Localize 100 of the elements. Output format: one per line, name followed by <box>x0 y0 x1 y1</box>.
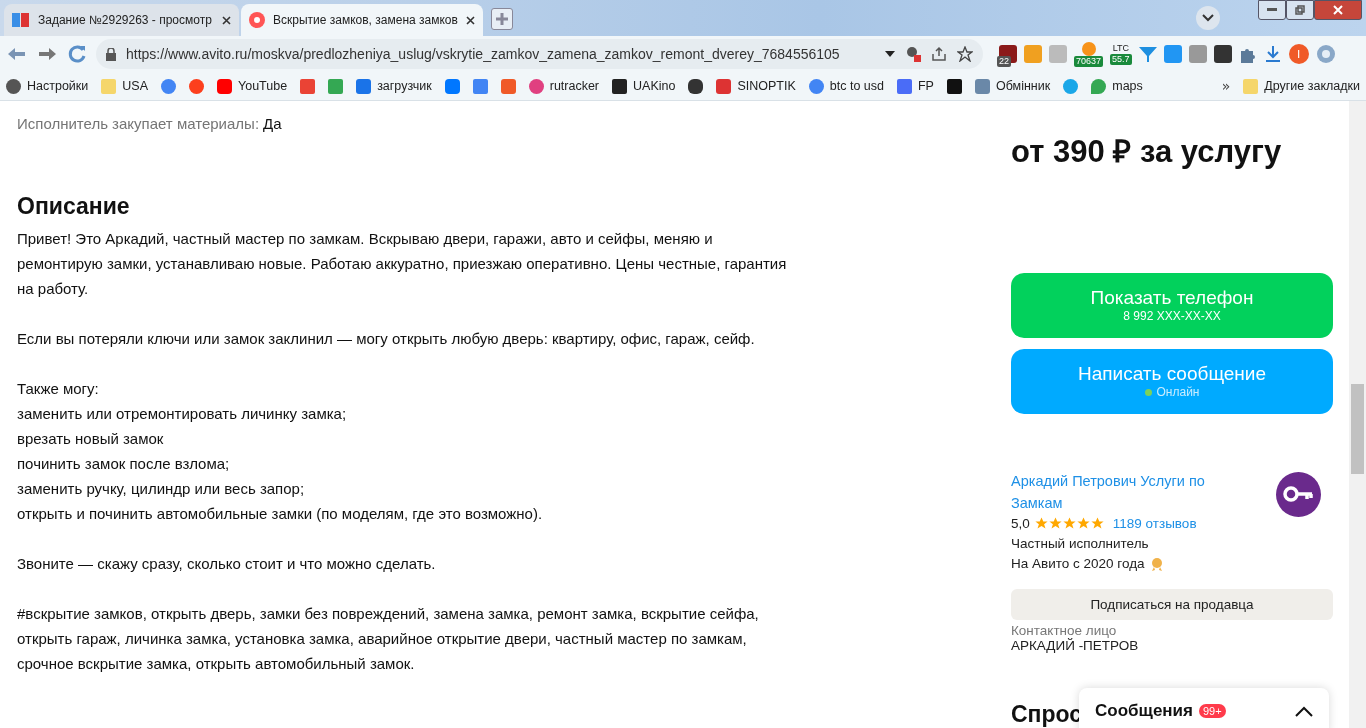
bookmark-folder[interactable]: Другие закладки <box>1243 78 1360 94</box>
share-icon[interactable] <box>931 46 947 62</box>
scrollbar-thumb[interactable] <box>1351 384 1364 474</box>
description-text: Звоните — скажу сразу, сколько стоит и что можно сделать. <box>17 554 437 574</box>
browser-tab[interactable]: Задание №2929263 - просмотр <box>4 4 239 36</box>
chevron-down-icon <box>1202 14 1214 22</box>
new-tab-button[interactable] <box>490 8 513 30</box>
rating-value: 5,0 <box>1011 514 1030 533</box>
messages-title: Сообщения <box>1095 701 1193 721</box>
coin-extension-icon[interactable] <box>1081 41 1096 56</box>
bookmark[interactable]: Обмінник <box>974 78 1051 94</box>
bookmark-favicon-icon <box>808 78 824 94</box>
close-icon[interactable] <box>465 15 475 25</box>
reload-icon[interactable] <box>66 43 88 65</box>
messages-panel[interactable]: Сообщения 99+ <box>1079 688 1329 728</box>
bookmark-favicon-icon <box>688 78 704 94</box>
bookmark-favicon-icon <box>1063 78 1079 94</box>
bookmark-favicon-icon <box>528 78 544 94</box>
circle-dot-icon <box>249 12 265 28</box>
seller-since: На Авито с 2020 года <box>1011 554 1145 573</box>
star-icon <box>1062 517 1076 531</box>
bookmark[interactable]: Настройки <box>6 78 89 94</box>
bookmark-favicon-icon <box>897 78 912 94</box>
bookmark-favicon-icon <box>1091 78 1107 94</box>
restore-button[interactable] <box>1286 0 1314 20</box>
location-blocked-icon[interactable] <box>905 46 921 62</box>
star-icon <box>1076 517 1090 531</box>
spec-label: Исполнитель закупает материалы: <box>17 114 260 134</box>
bookmark-favicon-icon <box>612 78 628 94</box>
bookmark-favicon-icon <box>217 78 232 94</box>
description-text: открыть и починить автомобильные замки (по моделям, где это возможно). <box>17 504 544 524</box>
contact-label: Контактное лицо <box>1011 623 1118 638</box>
scrollbar[interactable] <box>1349 101 1366 728</box>
bookmark-favicon-icon <box>974 78 990 94</box>
star-icon <box>1034 517 1048 531</box>
bookmark-favicon-icon <box>500 78 516 94</box>
bookmark[interactable] <box>946 78 962 94</box>
reviews-link[interactable]: 1189 отзывов <box>1112 513 1197 534</box>
bookmark[interactable]: rutracker <box>528 78 600 94</box>
bookmark[interactable] <box>688 78 704 94</box>
ticker-label: LTC <box>1112 43 1129 54</box>
funnel-extension-icon[interactable] <box>1138 45 1157 63</box>
bookmark[interactable]: загрузчик <box>356 78 432 94</box>
description-text: заменить ручку, цилиндр или весь запор; <box>17 479 306 499</box>
bookmark[interactable]: YouTube <box>217 78 288 94</box>
price: от 390 ₽ за услугу <box>1011 133 1283 171</box>
bookmark-favicon-icon <box>189 78 204 94</box>
description-text: Привет! Это Аркадий, частный мастер по замкам. Вскрываю двери, гаражи, авто и сейфы, меняю и ремонтирую замки, устанавливаю новые. Работаю аккуратно, приезжаю оперативно. Цены честные, гарантия на работу. <box>17 229 788 299</box>
chevron-up-icon[interactable] <box>1295 705 1313 717</box>
site-logo-icon <box>12 13 30 27</box>
close-window-button[interactable] <box>1314 0 1362 20</box>
address-bar[interactable]: https://www.avito.ru/moskva/predlozheniya_uslug/vskrytie_zamkov_zamena_zamkov_remont_dverey_7684556105 <box>96 39 983 69</box>
star-icon[interactable] <box>957 46 973 62</box>
bookmark[interactable]: UAKino <box>612 78 676 94</box>
key-logo-icon <box>1276 471 1321 517</box>
star-icon <box>1048 517 1062 531</box>
bookmark-favicon-icon <box>356 78 372 94</box>
close-icon <box>1333 5 1343 15</box>
bookmark[interactable]: btc to usd <box>808 78 884 94</box>
folder-icon <box>1243 78 1259 94</box>
section-heading: Описание <box>17 194 131 219</box>
medal-icon <box>1149 556 1164 571</box>
bookmark[interactable]: SINOPTIK <box>716 78 796 94</box>
unread-badge: 99+ <box>1199 704 1226 718</box>
subscribe-button[interactable]: Подписаться на продавца <box>1011 588 1333 620</box>
description-text: Если вы потеряли ключи или замок заклинил — могу открыть любую дверь: квартиру, офис, гараж, сейф. <box>17 329 756 349</box>
minimize-button[interactable] <box>1258 0 1286 20</box>
tab-search-button[interactable] <box>1196 6 1220 30</box>
minimize-icon <box>1267 8 1277 12</box>
description-text: заменить или отремонтировать личинку замка; <box>17 404 348 424</box>
bookmark-favicon-icon <box>444 78 460 94</box>
description-text: починить замок после взлома; <box>17 454 231 474</box>
plus-icon <box>495 13 508 25</box>
description-text: врезать новый замок <box>17 429 165 449</box>
bookmark-favicon-icon <box>6 78 21 94</box>
seller-type: Частный исполнитель <box>1011 534 1150 553</box>
description-text: #вскрытие замков, открыть дверь, замки без повреждений, замена замка, ремонт замка, вскрытие сейфа, открыть гараж, личинка замка, установка замка, аварийное открытие двери, частный мастер по замкам, срочное вскрытие замка, открыть автомобильный замок. <box>17 604 760 674</box>
bookmark-favicon-icon <box>300 78 316 94</box>
bookmark-favicon-icon <box>101 78 117 94</box>
download-icon[interactable] <box>1263 45 1282 63</box>
bookmark-favicon-icon <box>161 78 176 94</box>
seller-name-link[interactable]: Аркадий Петрович Услуги по Замкам <box>1011 469 1231 514</box>
more-bookmarks-button[interactable]: » <box>1221 78 1231 94</box>
bookmark[interactable]: FP <box>897 78 934 94</box>
bookmark-favicon-icon <box>472 78 488 94</box>
bookmark-favicon-icon <box>716 78 732 94</box>
description-text: Также могу: <box>17 379 100 399</box>
star-icon <box>1090 517 1104 531</box>
restore-icon <box>1295 5 1305 15</box>
browser-tab[interactable]: Вскрытие замков, замена замков <box>241 4 483 36</box>
dropdown-icon[interactable] <box>885 51 895 57</box>
close-icon[interactable] <box>222 15 231 25</box>
price-badge: 55.7 <box>1110 54 1132 65</box>
price-badge: 70637 <box>1074 55 1104 67</box>
bookmark-favicon-icon <box>946 78 962 94</box>
contact-name: АРКАДИЙ -ПЕТРОВ <box>1011 638 1140 653</box>
bookmark[interactable]: USA <box>101 78 148 94</box>
bookmark[interactable]: maps <box>1091 78 1143 94</box>
bookmark-favicon-icon <box>328 78 344 94</box>
lock-icon <box>106 47 116 61</box>
